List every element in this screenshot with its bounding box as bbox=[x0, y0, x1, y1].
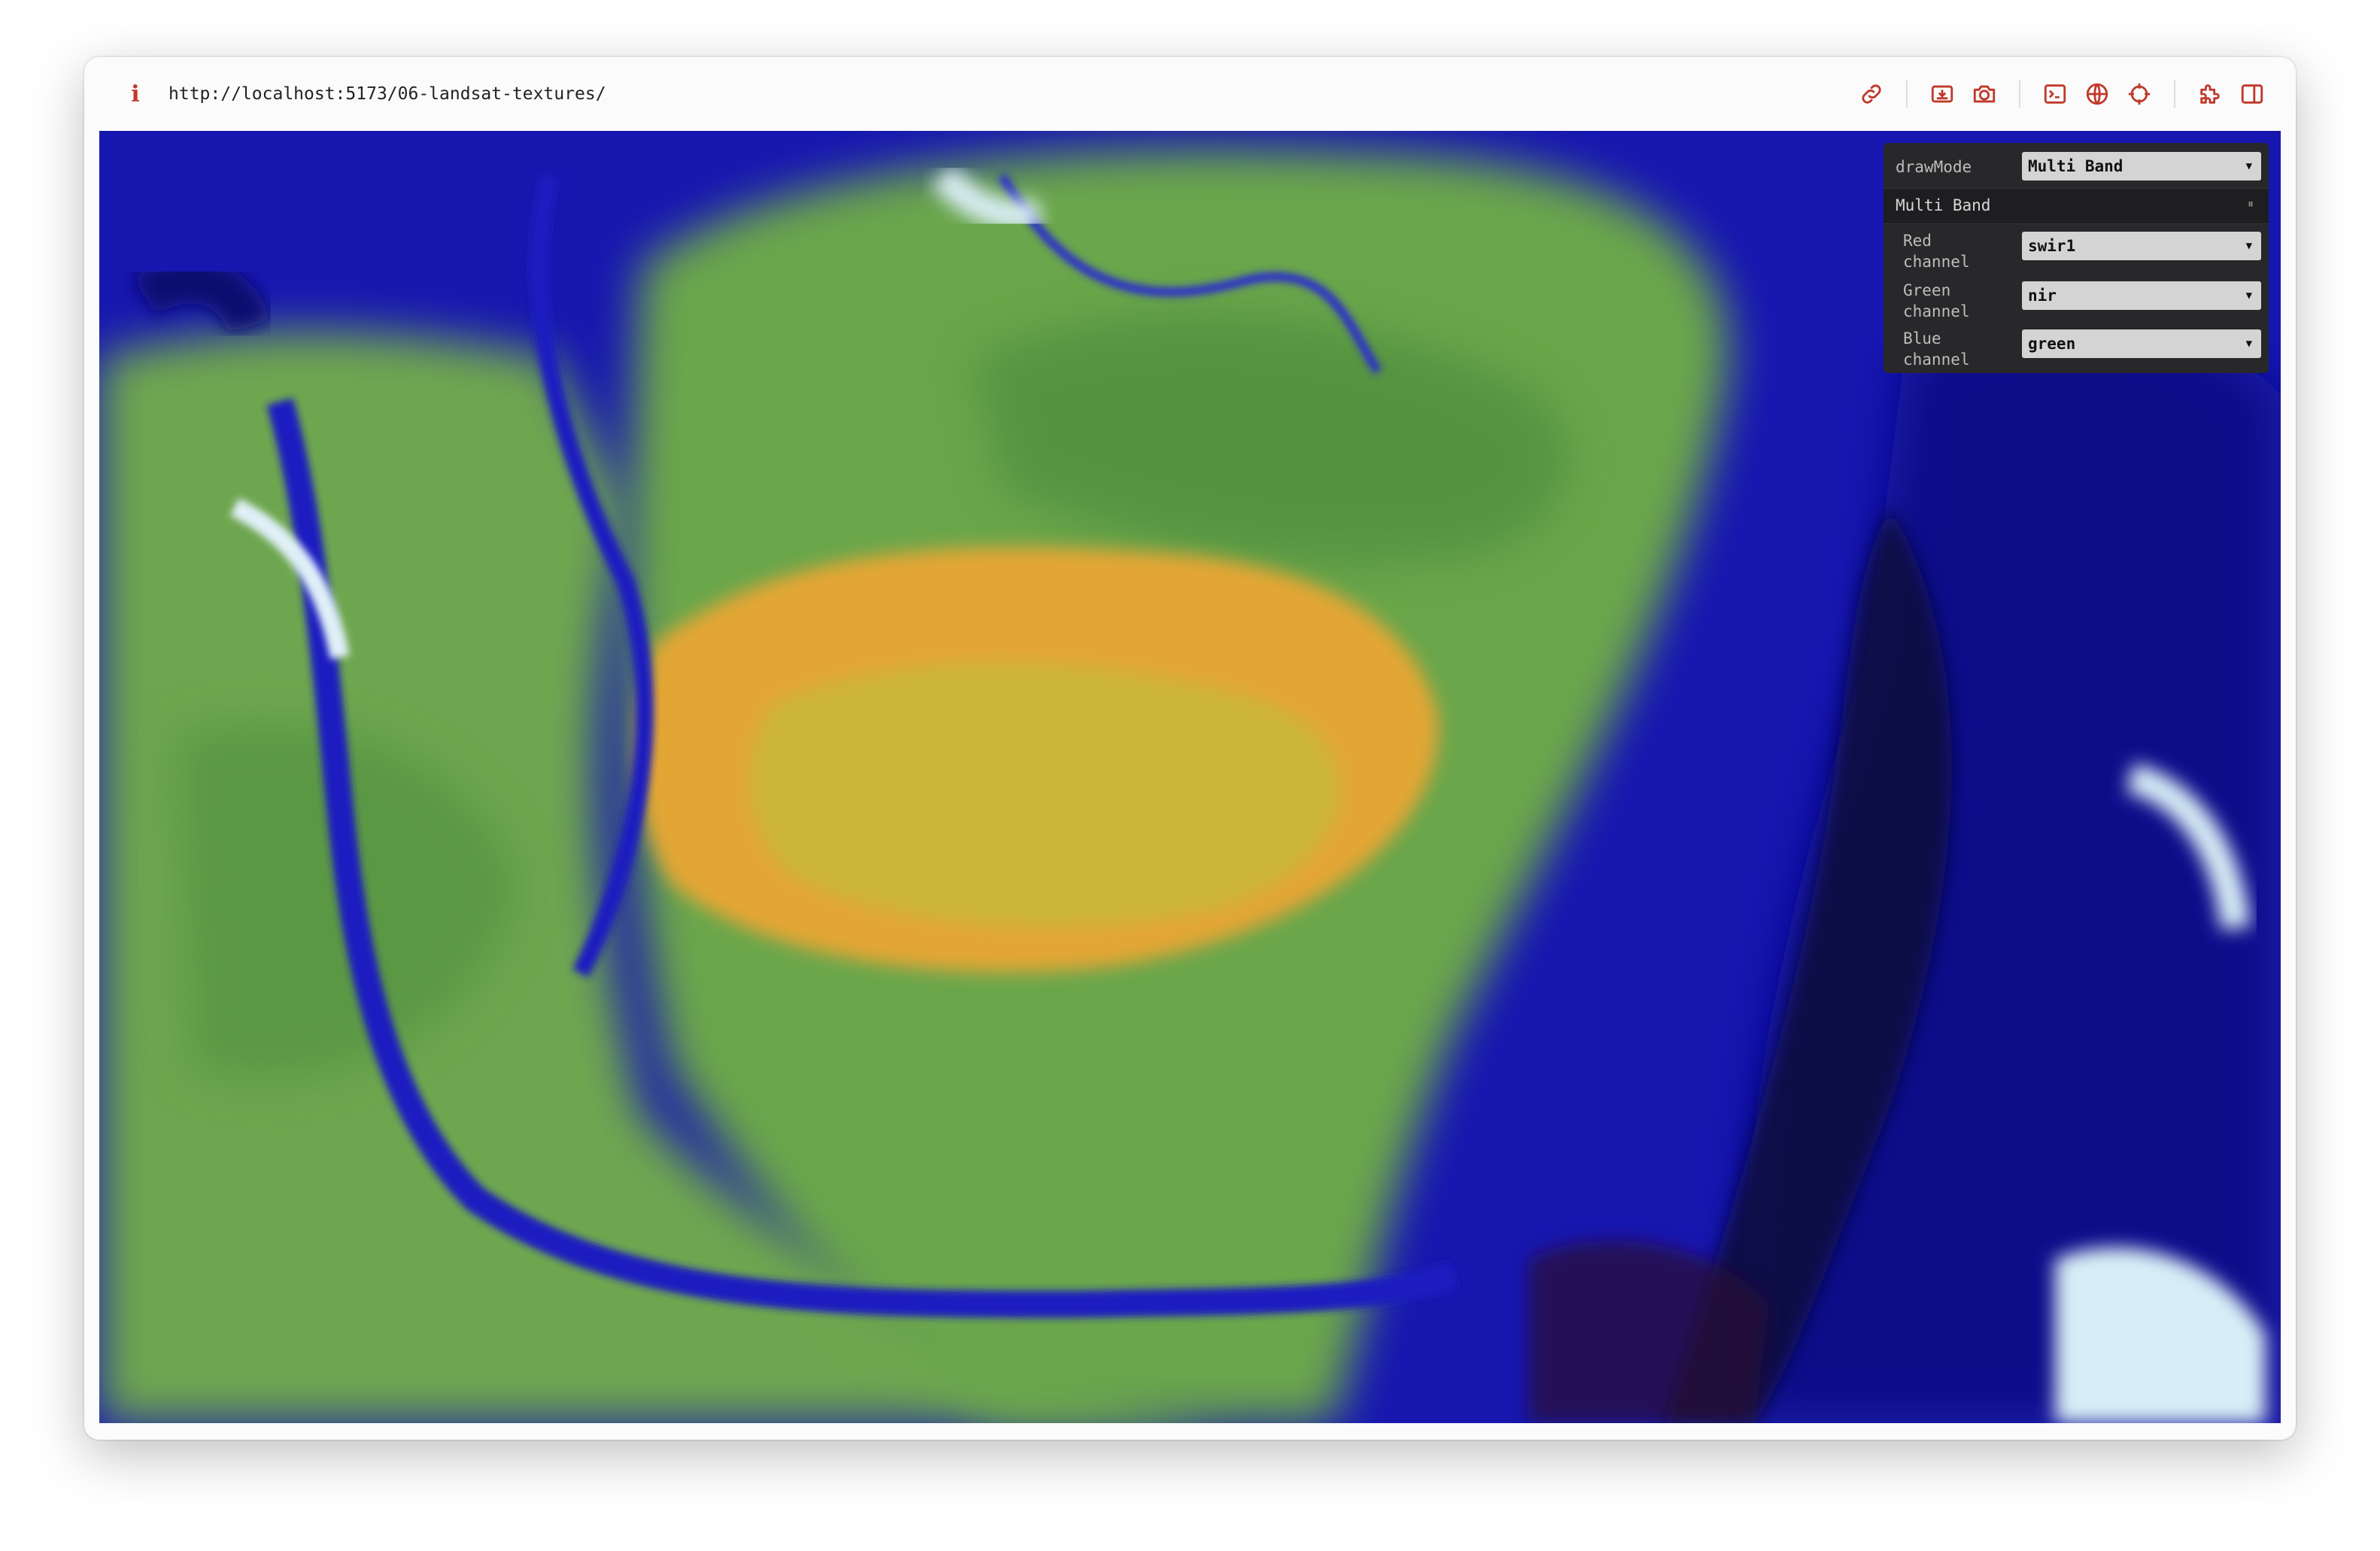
landsat-canvas[interactable]: drawMode Multi Band ▼ Multi Band ⏸ Red ch… bbox=[99, 131, 2281, 1423]
blue-channel-value: green bbox=[2028, 335, 2076, 353]
red-channel-select[interactable]: swir1 ▼ bbox=[2022, 232, 2261, 260]
red-channel-label: Red channel bbox=[1903, 232, 1970, 271]
green-channel-select[interactable]: nir ▼ bbox=[2022, 281, 2261, 310]
green-channel-label: Green channel bbox=[1903, 281, 1970, 320]
extension-icon[interactable] bbox=[2193, 77, 2227, 111]
blue-channel-select[interactable]: green ▼ bbox=[2022, 329, 2261, 358]
chevron-down-icon: ▼ bbox=[2245, 160, 2252, 172]
download-icon[interactable] bbox=[1926, 77, 1959, 111]
blue-channel-row: Blue channel green ▼ bbox=[1884, 328, 2269, 375]
toolbar-divider bbox=[2174, 80, 2175, 108]
collapse-icon[interactable]: ⏸ bbox=[2248, 196, 2254, 211]
toolbar-divider bbox=[1906, 80, 1908, 108]
chevron-down-icon: ▼ bbox=[2245, 290, 2252, 302]
toolbar bbox=[1850, 57, 2273, 131]
terminal-icon[interactable] bbox=[2038, 77, 2072, 111]
folder-title: Multi Band bbox=[1896, 196, 1991, 214]
browser-window: i http://localhost:5173/06-landsat-textu… bbox=[84, 57, 2296, 1440]
blue-channel-label: Blue channel bbox=[1903, 329, 1970, 369]
chevron-down-icon: ▼ bbox=[2245, 240, 2252, 252]
drawmode-select[interactable]: Multi Band ▼ bbox=[2022, 152, 2261, 181]
red-channel-value: swir1 bbox=[2028, 237, 2076, 255]
sidebar-icon[interactable] bbox=[2236, 77, 2269, 111]
drawmode-value: Multi Band bbox=[2028, 157, 2123, 175]
toolbar-divider bbox=[2019, 80, 2020, 108]
chevron-down-icon: ▼ bbox=[2245, 338, 2252, 350]
crosshair-icon[interactable] bbox=[2123, 77, 2156, 111]
info-icon[interactable]: i bbox=[120, 81, 150, 108]
drawmode-row: drawMode Multi Band ▼ bbox=[1884, 150, 2269, 182]
red-channel-row: Red channel swir1 ▼ bbox=[1884, 230, 2269, 277]
multi-band-folder-header[interactable]: Multi Band ⏸ bbox=[1884, 188, 2269, 224]
link-icon[interactable] bbox=[1855, 77, 1888, 111]
green-channel-value: nir bbox=[2028, 287, 2057, 305]
url-text[interactable]: http://localhost:5173/06-landsat-texture… bbox=[168, 84, 606, 104]
green-channel-row: Green channel nir ▼ bbox=[1884, 280, 2269, 326]
control-panel: drawMode Multi Band ▼ Multi Band ⏸ Red ch… bbox=[1884, 143, 2269, 373]
drawmode-label: drawMode bbox=[1896, 158, 1972, 176]
globe-icon[interactable] bbox=[2081, 77, 2114, 111]
camera-icon[interactable] bbox=[1968, 77, 2001, 111]
address-bar: i http://localhost:5173/06-landsat-textu… bbox=[84, 57, 2296, 131]
